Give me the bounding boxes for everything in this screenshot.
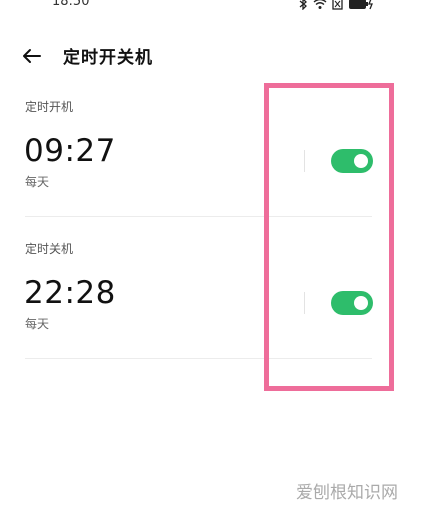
power-on-divider	[304, 150, 305, 172]
power-on-repeat: 每天	[25, 175, 50, 189]
page-title: 定时开关机	[63, 48, 153, 68]
section-divider	[25, 358, 372, 359]
power-on-time[interactable]: 09:27	[24, 133, 116, 169]
battery-charging-icon	[348, 0, 374, 10]
power-on-toggle[interactable]	[331, 149, 373, 173]
wifi-icon	[313, 0, 327, 9]
status-time: 18:50	[52, 0, 90, 9]
power-off-toggle[interactable]	[331, 291, 373, 315]
power-off-label: 定时关机	[25, 242, 74, 256]
toggle-knob	[354, 296, 368, 310]
highlight-box	[264, 83, 394, 391]
screen: 18:50 定时开关机 定时开机 09:27 每天 定时关机 22:28 每天 …	[0, 0, 422, 513]
power-on-label: 定时开机	[25, 100, 74, 114]
section-divider	[25, 216, 372, 217]
status-bar: 18:50	[0, 0, 422, 11]
back-arrow-icon[interactable]	[20, 44, 44, 68]
sim-icon	[332, 0, 343, 10]
power-off-divider	[304, 292, 305, 314]
status-icons	[299, 0, 374, 11]
bluetooth-icon	[299, 0, 308, 11]
toggle-knob	[354, 154, 368, 168]
power-off-time[interactable]: 22:28	[24, 275, 116, 311]
watermark: 爱刨根知识网	[296, 483, 398, 503]
power-off-repeat: 每天	[25, 317, 50, 331]
